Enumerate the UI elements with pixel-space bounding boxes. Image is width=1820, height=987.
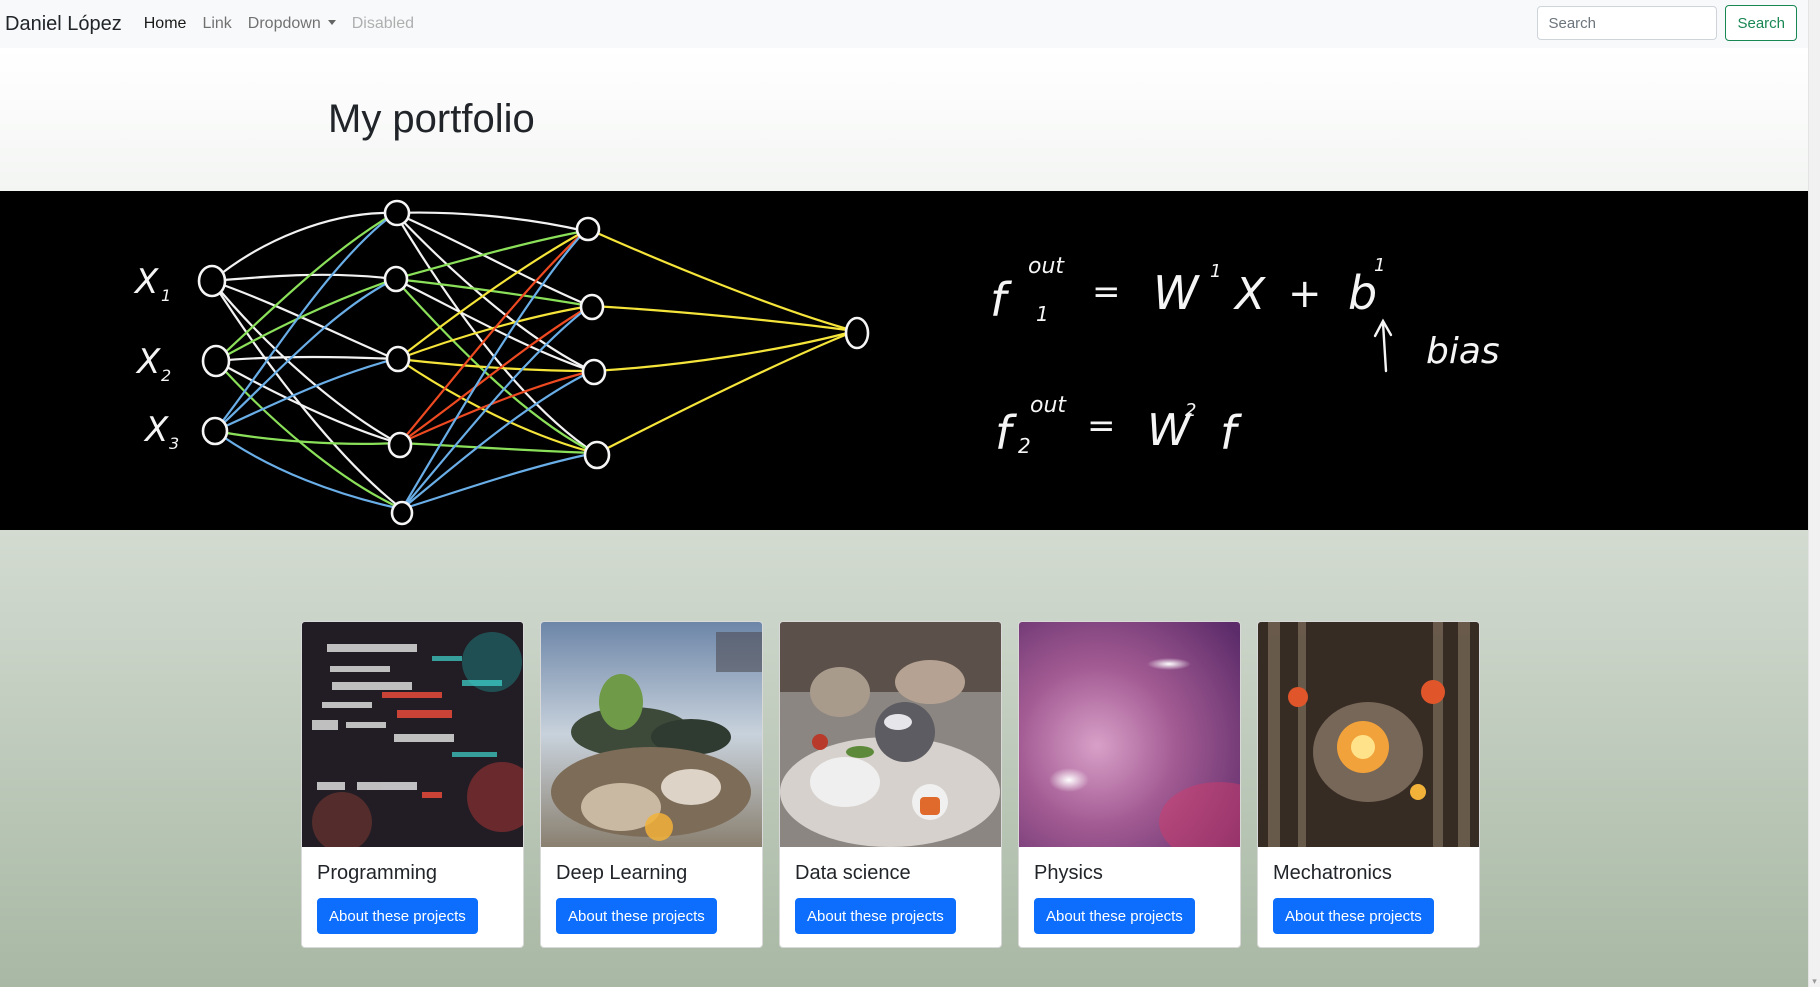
input-x2-label: X xyxy=(135,342,161,382)
card-programming: Programming About these projects xyxy=(301,621,524,948)
input-x3-subscript: 3 xyxy=(169,434,179,453)
eq2-lhs: f xyxy=(995,406,1017,460)
about-projects-button[interactable]: About these projects xyxy=(556,898,717,934)
search-button[interactable]: Search xyxy=(1725,5,1797,41)
eq2-sub: 2 xyxy=(1018,434,1031,458)
search-input[interactable] xyxy=(1537,6,1718,40)
card-data-science: Data science About these projects xyxy=(779,621,1002,948)
card-title: Mechatronics xyxy=(1273,862,1392,884)
input-x3-label: X xyxy=(143,410,169,450)
brand-link[interactable]: Daniel López xyxy=(5,13,122,36)
eq1-b-sup: 1 xyxy=(1374,255,1385,276)
mechatronics-image xyxy=(1258,622,1479,847)
page-title: My portfolio xyxy=(328,97,535,141)
about-projects-button[interactable]: About these projects xyxy=(1034,898,1195,934)
card-title: Programming xyxy=(317,862,438,884)
eq1-plus: + xyxy=(1288,271,1322,317)
nav-link-home[interactable]: Home xyxy=(144,15,187,33)
nav-link-disabled: Disabled xyxy=(351,15,414,32)
eq1-w-sup: 1 xyxy=(1210,261,1221,282)
data-science-image xyxy=(780,622,1001,847)
card-title: Deep Learning xyxy=(556,862,688,884)
eq2-f: f xyxy=(1220,406,1242,460)
nav-link-link[interactable]: Link xyxy=(202,15,231,33)
navbar: Daniel López Home Link Dropdown Disabled… xyxy=(0,0,1809,48)
eq1-sub: 1 xyxy=(1036,302,1049,326)
neural-network-illustration: X 1 X 2 X 3 f out 1 = W 1 X + b 1 bias f… xyxy=(133,199,1500,526)
nav-dropdown[interactable]: Dropdown xyxy=(248,15,336,33)
nav-links: Home Link Dropdown Disabled xyxy=(144,15,430,33)
input-x1-label: X xyxy=(133,262,159,302)
project-cards: Programming About these projects Deep Le… xyxy=(301,621,1480,948)
eq1-lhs: f xyxy=(990,273,1012,327)
card-mechatronics: Mechatronics About these projects xyxy=(1257,621,1480,948)
eq1-x: X xyxy=(1233,269,1266,320)
about-projects-button[interactable]: About these projects xyxy=(1273,898,1434,934)
nav-dropdown-label: Dropdown xyxy=(247,15,321,32)
deep-learning-image xyxy=(541,622,762,847)
eq1-b: b xyxy=(1348,266,1377,320)
eq2-w-sup: 2 xyxy=(1185,400,1196,421)
eq1-sup: out xyxy=(1028,254,1065,279)
search-form: Search xyxy=(1537,5,1797,41)
card-deep-learning: Deep Learning About these projects xyxy=(540,621,763,948)
bias-label: bias xyxy=(1426,331,1500,372)
scroll-down-arrow-icon[interactable]: ▾ xyxy=(1810,977,1819,986)
input-x1-subscript: 1 xyxy=(161,286,171,305)
bias-arrow-icon xyxy=(1373,318,1393,373)
about-projects-button[interactable]: About these projects xyxy=(317,898,478,934)
physics-image xyxy=(1019,622,1240,847)
caret-down-icon xyxy=(327,20,336,25)
eq1-equals: = xyxy=(1092,272,1121,312)
programming-image xyxy=(302,622,523,847)
card-title: Data science xyxy=(795,862,911,884)
eq1-w: W xyxy=(1153,266,1200,320)
card-physics: Physics About these projects xyxy=(1018,621,1241,948)
hero-banner: X 1 X 2 X 3 f out 1 = W 1 X + b 1 bias f… xyxy=(0,191,1809,530)
about-projects-button[interactable]: About these projects xyxy=(795,898,956,934)
eq2-sup: out xyxy=(1030,393,1067,418)
vertical-scrollbar[interactable]: ▾ xyxy=(1808,0,1820,987)
eq2-equals: = xyxy=(1087,406,1116,446)
card-title: Physics xyxy=(1034,862,1103,884)
input-x2-subscript: 2 xyxy=(161,366,171,385)
